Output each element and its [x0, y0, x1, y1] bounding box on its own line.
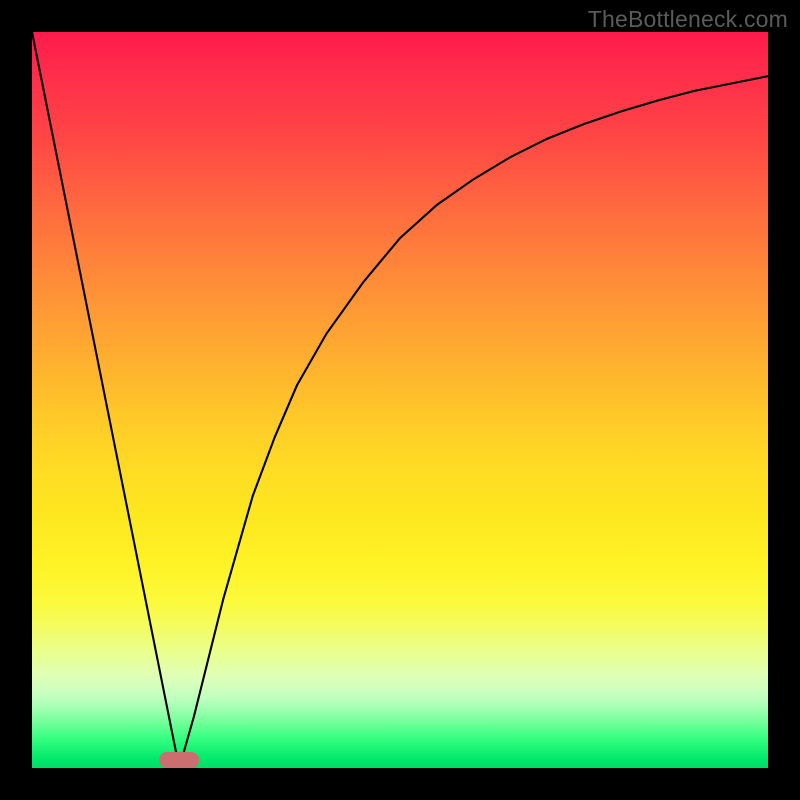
- chart-frame: TheBottleneck.com: [0, 0, 800, 800]
- watermark-text: TheBottleneck.com: [588, 6, 788, 33]
- optimal-marker: [159, 752, 199, 768]
- plot-area: [32, 32, 768, 768]
- curve-path: [32, 32, 768, 768]
- bottleneck-curve: [32, 32, 768, 768]
